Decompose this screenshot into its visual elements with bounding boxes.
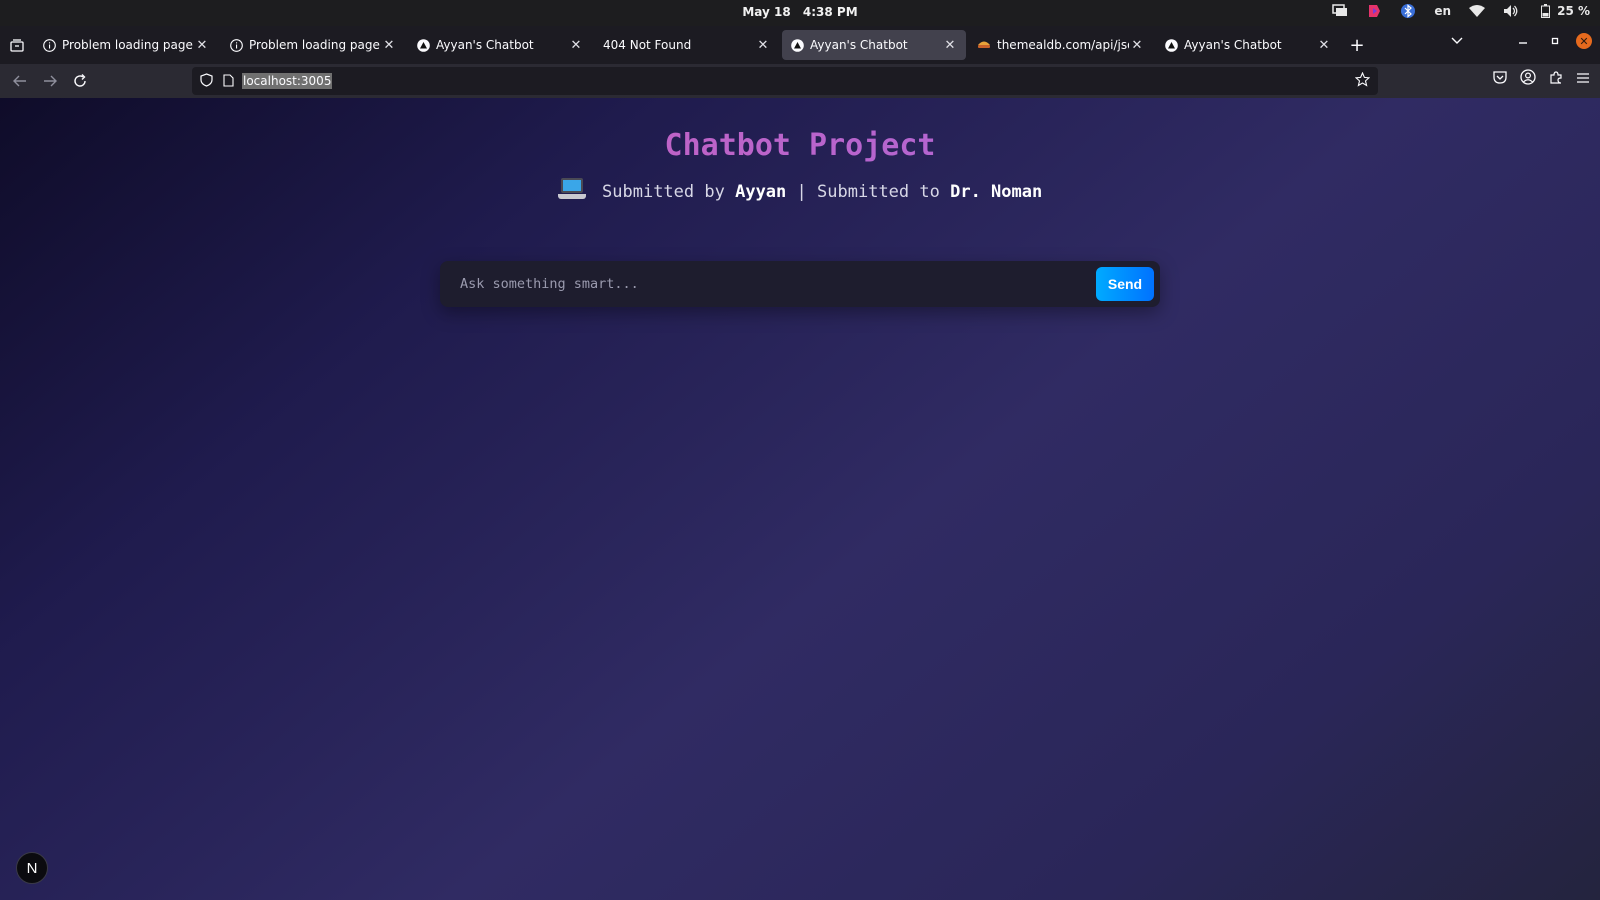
tab-close-icon[interactable]: ✕ [568, 37, 584, 53]
window-controls: ✕ [1446, 30, 1592, 52]
navigation-bar: localhost:3005 [0, 64, 1600, 98]
tab-label: 404 Not Found [603, 38, 692, 52]
triangle-logo-icon [416, 38, 430, 52]
forward-arrow-icon [44, 75, 57, 87]
tab-404-not-found[interactable]: 404 Not Found ✕ [595, 30, 779, 60]
maximize-button[interactable] [1544, 30, 1566, 52]
wifi-icon[interactable] [1469, 3, 1486, 19]
address-bar[interactable]: localhost:3005 [192, 67, 1378, 95]
tab-ayyans-chatbot-active[interactable]: Ayyan's Chatbot ✕ [782, 30, 966, 60]
nextjs-dev-badge[interactable]: N [16, 852, 48, 884]
tab-close-icon[interactable]: ✕ [381, 37, 397, 53]
pocket-icon[interactable] [1492, 69, 1508, 89]
tab-close-icon[interactable]: ✕ [194, 37, 210, 53]
battery-indicator[interactable]: 25 % [1537, 3, 1590, 19]
list-all-tabs-button[interactable] [1446, 30, 1468, 52]
url-text[interactable]: localhost:3005 [242, 73, 333, 89]
tab-problem-loading-1[interactable]: Problem loading page ✕ [34, 30, 218, 60]
browser-tab-strip: Problem loading page ✕ Problem loading p… [0, 26, 1600, 64]
screen-share-icon[interactable] [1332, 3, 1348, 19]
tab-close-icon[interactable]: ✕ [942, 37, 958, 53]
page-title: Chatbot Project [0, 128, 1600, 163]
app-tray-icon[interactable] [1366, 3, 1382, 19]
bookmark-star-icon[interactable] [1354, 71, 1371, 91]
shield-icon[interactable] [200, 72, 213, 91]
close-icon: ✕ [1579, 34, 1589, 48]
page-info-icon[interactable] [223, 72, 234, 91]
firefox-view-icon [10, 38, 24, 52]
account-icon[interactable] [1520, 69, 1536, 89]
back-button[interactable] [5, 66, 35, 96]
toolbar-right [1492, 69, 1590, 89]
tab-label: Ayyan's Chatbot [810, 38, 908, 52]
triangle-logo-icon [1164, 38, 1178, 52]
submission-info: Submitted by Ayyan | Submitted to Dr. No… [0, 178, 1600, 202]
system-tray: en 25 % [1332, 3, 1590, 19]
battery-percent: 25 % [1557, 4, 1590, 18]
info-icon [42, 38, 56, 52]
tab-label: Ayyan's Chatbot [436, 38, 534, 52]
system-date: May 18 [742, 5, 791, 19]
reload-icon [74, 74, 86, 87]
author-name: Ayyan [735, 182, 787, 202]
firefox-view-button[interactable] [0, 28, 34, 62]
tab-ayyans-chatbot-2[interactable]: Ayyan's Chatbot ✕ [1156, 30, 1340, 60]
tab-ayyans-chatbot-1[interactable]: Ayyan's Chatbot ✕ [408, 30, 592, 60]
tab-close-icon[interactable]: ✕ [1129, 37, 1145, 53]
forward-button[interactable] [35, 66, 65, 96]
new-tab-button[interactable]: + [1343, 31, 1371, 59]
battery-icon [1537, 3, 1553, 19]
triangle-logo-icon [790, 38, 804, 52]
close-window-button[interactable]: ✕ [1576, 33, 1592, 49]
tab-close-icon[interactable]: ✕ [1316, 37, 1332, 53]
page-content: Chatbot Project Submitted by Ayyan | Sub… [0, 98, 1600, 900]
tab-problem-loading-2[interactable]: Problem loading page ✕ [221, 30, 405, 60]
tab-themealdb[interactable]: themealdb.com/api/json/v ✕ [969, 30, 1153, 60]
reload-button[interactable] [65, 66, 95, 96]
system-top-bar: May 18 4:38 PM en 25 % [0, 0, 1600, 26]
back-arrow-icon [13, 75, 26, 87]
laptop-icon [557, 178, 586, 200]
minimize-icon [1519, 42, 1527, 44]
submitted-by-label: Submitted by [602, 182, 725, 202]
extensions-icon[interactable] [1548, 69, 1564, 89]
submitted-to-label: Submitted to [817, 182, 940, 202]
plus-icon: + [1349, 34, 1365, 56]
chat-input-bar: Send [440, 261, 1160, 307]
tab-close-icon[interactable]: ✕ [755, 37, 771, 53]
hamburger-menu-icon[interactable] [1576, 69, 1590, 89]
tab-label: Problem loading page [62, 38, 193, 52]
system-time: 4:38 PM [802, 5, 858, 19]
separator: | [796, 182, 807, 202]
bluetooth-icon[interactable] [1400, 3, 1416, 19]
maximize-icon [1551, 37, 1559, 45]
food-icon [977, 38, 991, 52]
send-button[interactable]: Send [1096, 267, 1154, 301]
language-indicator[interactable]: en [1434, 4, 1451, 18]
info-icon [229, 38, 243, 52]
chat-message-input[interactable] [448, 267, 1068, 301]
tab-label: Problem loading page [249, 38, 380, 52]
tab-label: Ayyan's Chatbot [1184, 38, 1282, 52]
advisor-name: Dr. Noman [950, 182, 1043, 202]
chevron-down-icon [1451, 37, 1463, 44]
tab-label: themealdb.com/api/json/v [997, 38, 1129, 52]
minimize-button[interactable] [1512, 30, 1534, 52]
volume-icon[interactable] [1503, 3, 1519, 19]
